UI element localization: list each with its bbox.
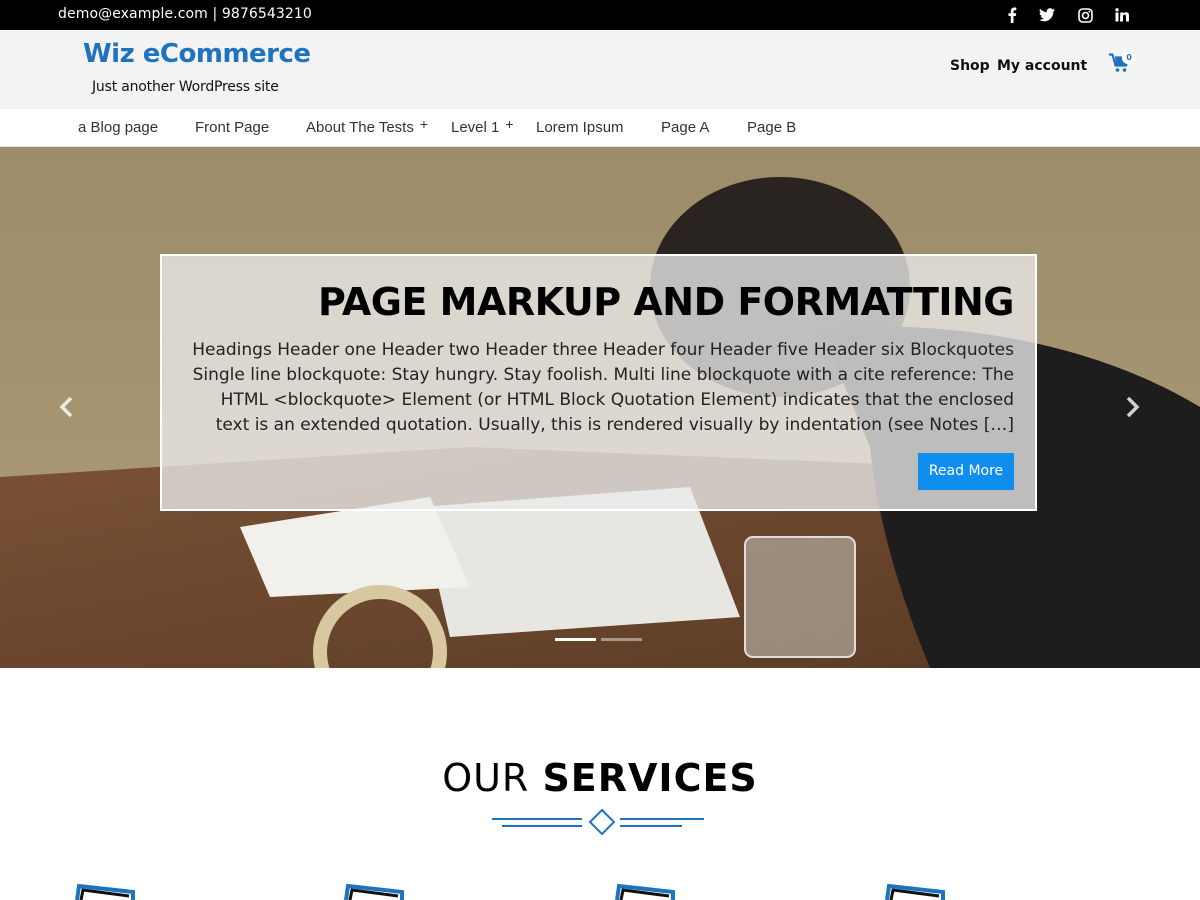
submenu-plus-icon[interactable]: + xyxy=(505,116,513,132)
site-title[interactable]: Wiz eCommerce xyxy=(83,39,311,69)
main-navigation: a Blog page Front Page About The Tests + … xyxy=(0,109,1200,147)
linkedin-icon[interactable] xyxy=(1112,5,1132,25)
my-account-link[interactable]: My account xyxy=(997,58,1087,74)
nav-item-label: About The Tests xyxy=(306,119,414,136)
top-bar: demo@example.com | 9876543210 xyxy=(0,0,1200,30)
slider-prev-arrow[interactable] xyxy=(55,395,79,419)
instagram-icon[interactable] xyxy=(1075,5,1095,25)
slider-indicator-1[interactable] xyxy=(555,638,596,641)
nav-item-about-the-tests[interactable]: About The Tests + xyxy=(306,116,428,136)
nav-item-lorem-ipsum[interactable]: Lorem Ipsum xyxy=(536,119,624,136)
slide-excerpt: Headings Header one Header two Header th… xyxy=(192,340,1014,435)
section-divider-icon xyxy=(492,808,704,836)
nav-item-page-b[interactable]: Page B xyxy=(747,119,796,136)
services-heading-light: OUR xyxy=(442,756,530,800)
nav-item-blog-page[interactable]: a Blog page xyxy=(78,119,158,136)
services-heading-bold: SERVICES xyxy=(542,756,758,800)
submenu-plus-icon[interactable]: + xyxy=(420,116,428,132)
nav-item-label: Lorem Ipsum xyxy=(536,119,624,136)
read-more-button[interactable]: Read More xyxy=(918,453,1014,490)
slider-indicator-2[interactable] xyxy=(601,638,642,641)
site-description: Just another WordPress site xyxy=(92,79,279,95)
nav-item-label: Front Page xyxy=(195,119,270,136)
shop-link[interactable]: Shop xyxy=(950,58,990,74)
slide-caption: PAGE MARKUP AND FORMATTING Headings Head… xyxy=(160,254,1037,511)
nav-item-page-a[interactable]: Page A xyxy=(661,119,709,136)
service-icon xyxy=(615,884,675,900)
hero-slider: PAGE MARKUP AND FORMATTING Headings Head… xyxy=(0,147,1200,668)
cart-count-badge: 0 xyxy=(1122,52,1136,64)
service-icon xyxy=(344,884,404,900)
nav-item-label: Page B xyxy=(747,119,797,136)
nav-item-label: Level 1 xyxy=(451,119,500,136)
nav-item-label: Page A xyxy=(661,119,710,136)
service-icon xyxy=(885,884,945,900)
slide-title[interactable]: PAGE MARKUP AND FORMATTING xyxy=(318,280,1014,324)
nav-item-level-1[interactable]: Level 1 + xyxy=(451,116,514,136)
slider-next-arrow[interactable] xyxy=(1120,395,1144,419)
service-icon xyxy=(75,884,135,900)
site-header: Wiz eCommerce Just another WordPress sit… xyxy=(0,30,1200,109)
facebook-icon[interactable] xyxy=(1002,5,1022,25)
twitter-icon[interactable] xyxy=(1037,5,1057,25)
services-heading: OUR SERVICES xyxy=(0,756,1200,800)
contact-info: demo@example.com | 9876543210 xyxy=(58,6,312,22)
nav-item-front-page[interactable]: Front Page xyxy=(195,119,269,136)
nav-item-label: a Blog page xyxy=(78,119,159,136)
